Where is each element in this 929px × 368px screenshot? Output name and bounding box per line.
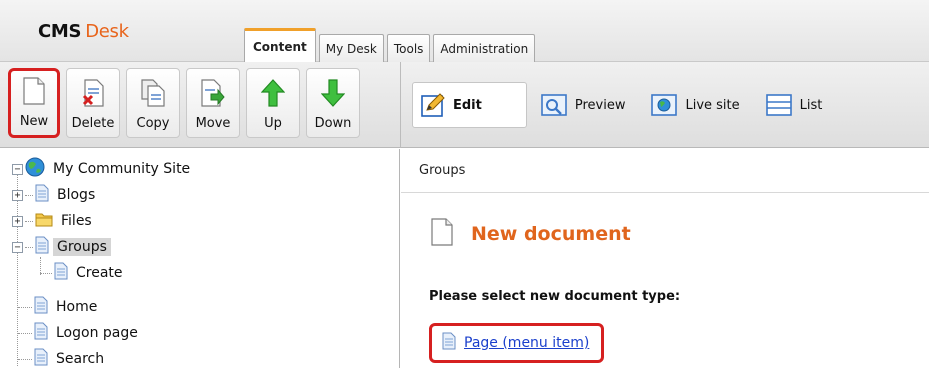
breadcrumb-text: Groups bbox=[419, 163, 466, 178]
list-icon bbox=[765, 93, 792, 117]
page-icon bbox=[34, 322, 48, 344]
tree-item-label: Home bbox=[56, 299, 98, 315]
tree-connector bbox=[25, 220, 33, 222]
logo-main: CMS bbox=[38, 21, 82, 42]
arrow-down-icon bbox=[321, 78, 345, 108]
globe-icon bbox=[25, 157, 45, 181]
tab-content[interactable]: Content bbox=[244, 28, 316, 62]
down-button-label: Down bbox=[314, 116, 352, 131]
tree-item-create[interactable]: Create bbox=[40, 261, 127, 285]
tree-item-label: Files bbox=[61, 213, 92, 229]
tree-connector bbox=[18, 358, 32, 360]
tree-connector bbox=[18, 332, 32, 334]
tree-root[interactable]: − My Community Site bbox=[12, 157, 194, 181]
breadcrumb: Groups bbox=[401, 149, 929, 193]
tree-item-home[interactable]: Home bbox=[18, 295, 101, 319]
view-modes: Edit Preview Live site List bbox=[412, 82, 840, 128]
page-icon bbox=[35, 184, 49, 206]
move-document-icon bbox=[201, 78, 225, 108]
tree-item-search[interactable]: Search bbox=[18, 347, 108, 368]
content-pane: Groups New document Please select new do… bbox=[401, 149, 929, 368]
up-button[interactable]: Up bbox=[246, 68, 300, 138]
content-tree: − My Community Site + Blogs + Files − Gr… bbox=[0, 149, 400, 368]
live-site-icon bbox=[651, 93, 678, 117]
page-icon bbox=[34, 296, 48, 318]
tree-item-label: Groups bbox=[53, 238, 111, 256]
page-icon bbox=[34, 348, 48, 368]
live-site-mode-label: Live site bbox=[685, 97, 740, 113]
document-actions: New Delete Copy Move Up Down bbox=[8, 68, 366, 138]
copy-button-label: Copy bbox=[136, 116, 170, 131]
list-mode-label: List bbox=[799, 97, 823, 113]
edit-icon bbox=[421, 93, 445, 117]
edit-mode-button[interactable]: Edit bbox=[412, 82, 527, 128]
toolbar-divider bbox=[400, 62, 401, 148]
new-button[interactable]: New bbox=[8, 68, 60, 138]
page-icon bbox=[35, 236, 49, 258]
toolbar: New Delete Copy Move Up Down Edit Previe… bbox=[0, 62, 929, 148]
preview-icon bbox=[541, 93, 567, 117]
delete-button-label: Delete bbox=[71, 116, 115, 131]
tree-item-label: Search bbox=[56, 351, 105, 367]
collapse-toggle[interactable]: − bbox=[12, 241, 23, 253]
page-title: New document bbox=[431, 218, 631, 250]
document-icon bbox=[431, 218, 453, 250]
page-icon bbox=[442, 332, 456, 354]
copy-button[interactable]: Copy bbox=[126, 68, 180, 138]
down-button[interactable]: Down bbox=[306, 68, 360, 138]
copy-document-icon bbox=[141, 78, 165, 108]
page-title-text: New document bbox=[471, 223, 631, 245]
logo-accent: Desk bbox=[85, 21, 129, 42]
doc-type-option[interactable]: Page (menu item) bbox=[429, 323, 605, 363]
tree-connector bbox=[40, 272, 52, 274]
cms-desk-logo: CMS Desk bbox=[38, 21, 129, 42]
up-button-label: Up bbox=[264, 116, 282, 131]
collapse-toggle[interactable]: − bbox=[12, 163, 23, 175]
tree-root-label: My Community Site bbox=[53, 161, 191, 177]
move-button[interactable]: Move bbox=[186, 68, 240, 138]
edit-mode-label: Edit bbox=[453, 97, 482, 113]
tree-item-label: Create bbox=[76, 265, 123, 281]
doc-type-prompt: Please select new document type: bbox=[429, 289, 681, 304]
tab-tools[interactable]: Tools bbox=[386, 34, 431, 62]
tree-item-files[interactable]: + Files bbox=[12, 209, 96, 233]
tab-administration[interactable]: Administration bbox=[433, 34, 536, 62]
folder-icon bbox=[35, 211, 53, 231]
live-site-mode-button[interactable]: Live site bbox=[643, 82, 751, 128]
page-menu-item-link[interactable]: Page (menu item) bbox=[464, 335, 589, 351]
delete-button[interactable]: Delete bbox=[66, 68, 120, 138]
app-header: CMS Desk Content My Desk Tools Administra… bbox=[0, 0, 929, 62]
new-button-label: New bbox=[19, 114, 49, 129]
tree-item-label: Blogs bbox=[57, 187, 96, 203]
tree-connector bbox=[18, 306, 32, 308]
tree-connector bbox=[25, 194, 33, 196]
expand-toggle[interactable]: + bbox=[12, 215, 23, 227]
delete-document-icon bbox=[81, 78, 105, 108]
tree-item-groups[interactable]: − Groups bbox=[12, 235, 111, 259]
list-mode-button[interactable]: List bbox=[758, 82, 835, 128]
page-icon bbox=[54, 262, 68, 284]
preview-mode-button[interactable]: Preview bbox=[533, 82, 638, 128]
tree-item-logon-page[interactable]: Logon page bbox=[18, 321, 142, 345]
tab-my-desk[interactable]: My Desk bbox=[318, 34, 384, 62]
arrow-up-icon bbox=[261, 78, 285, 108]
move-button-label: Move bbox=[195, 116, 231, 131]
preview-mode-label: Preview bbox=[574, 97, 626, 113]
expand-toggle[interactable]: + bbox=[12, 189, 23, 201]
tree-item-label: Logon page bbox=[56, 325, 138, 341]
main-tabs: Content My Desk Tools Administration bbox=[244, 28, 538, 62]
tree-connector bbox=[25, 246, 33, 248]
tree-item-blogs[interactable]: + Blogs bbox=[12, 183, 99, 207]
new-document-icon bbox=[22, 76, 46, 106]
